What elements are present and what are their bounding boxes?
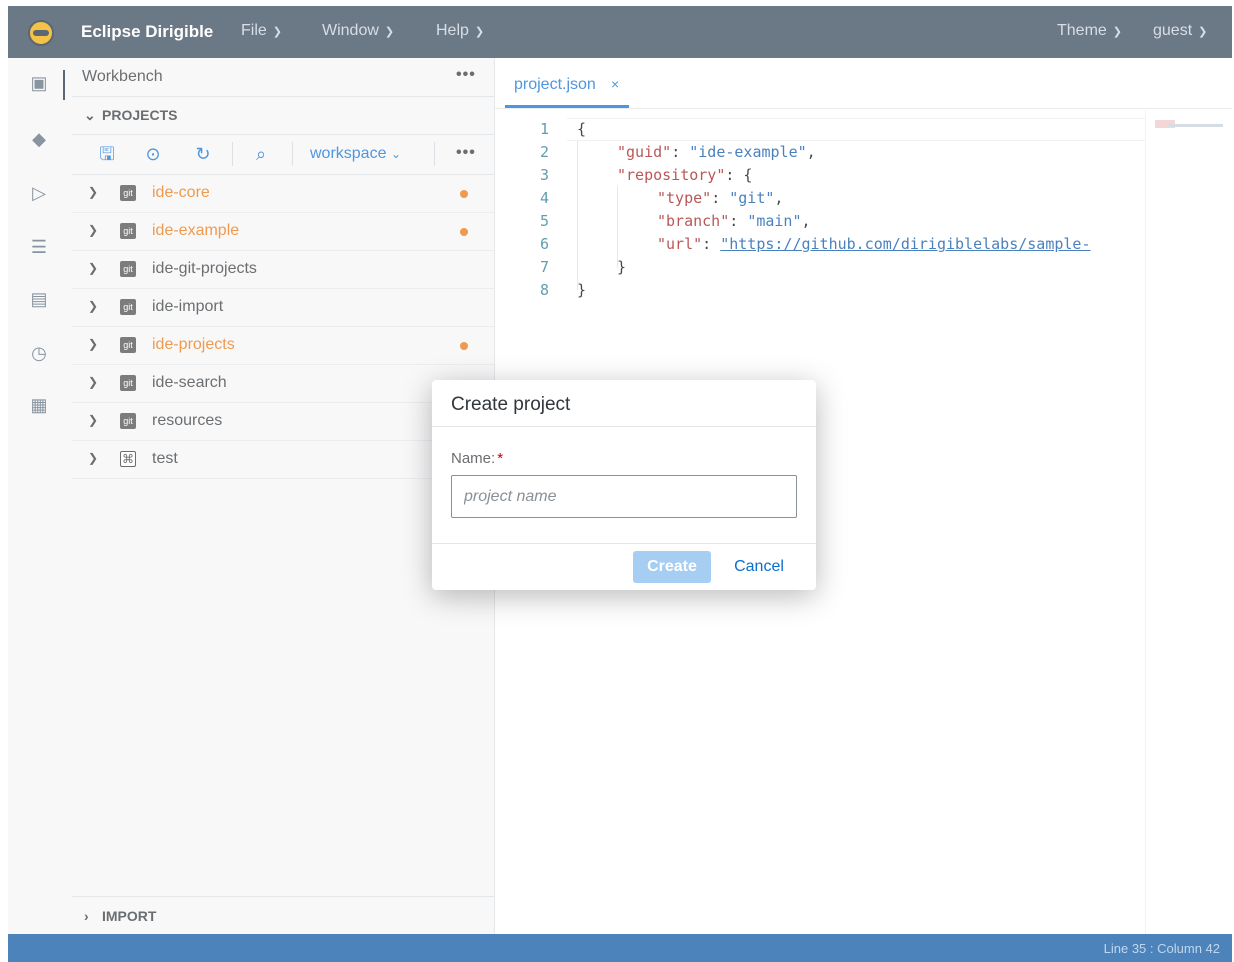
create-project-dialog: Create project Name:* Create Cancel <box>432 380 816 590</box>
dialog-divider <box>432 426 816 427</box>
project-name-input[interactable] <box>451 475 797 518</box>
name-label: Name: * <box>451 450 503 467</box>
dialog-divider <box>432 543 816 544</box>
create-button[interactable]: Create <box>633 551 711 583</box>
cancel-button[interactable]: Cancel <box>729 551 789 583</box>
required-mark: * <box>497 450 504 467</box>
ide-window: Eclipse Dirigible File ❯ Window ❯ Help ❯ Th… <box>8 6 1232 962</box>
dialog-title: Create project <box>451 394 571 415</box>
name-label-text: Name: <box>451 450 496 467</box>
